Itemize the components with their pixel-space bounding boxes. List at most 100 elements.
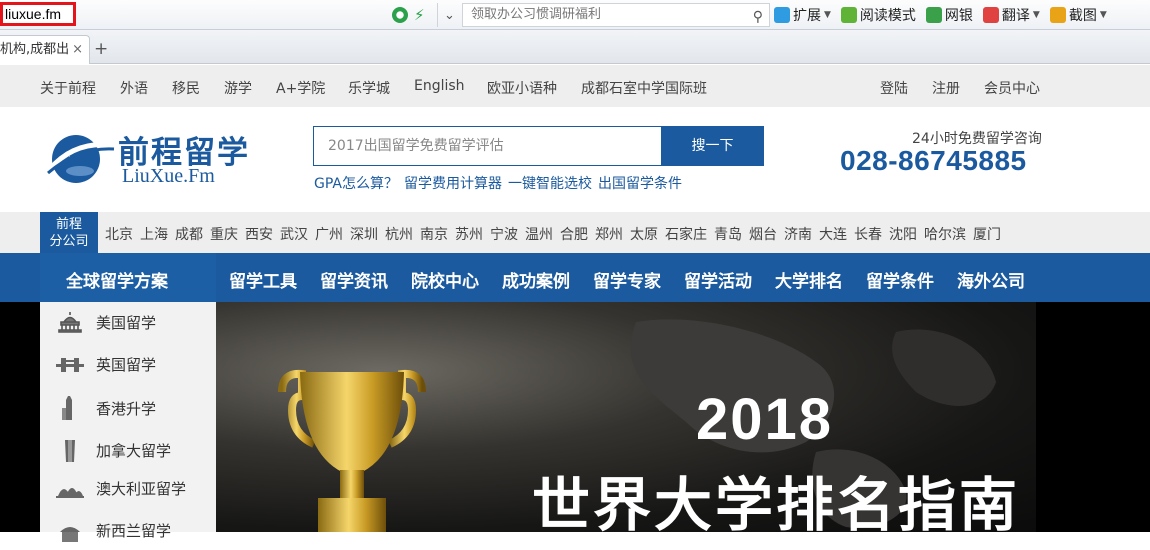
city-link[interactable]: 郑州 xyxy=(595,224,623,244)
nav-item-events[interactable]: 留学活动 xyxy=(684,267,752,292)
browser-tool-book[interactable]: 阅读模式 xyxy=(840,5,916,25)
city-link[interactable]: 西安 xyxy=(245,224,273,244)
member-center-link[interactable]: 会员中心 xyxy=(984,78,1040,98)
nav-item-conditions[interactable]: 留学条件 xyxy=(866,267,934,292)
city-link[interactable]: 烟台 xyxy=(749,224,777,244)
top-link-immigration[interactable]: 移民 xyxy=(172,78,200,98)
sidebar-item-hongkong[interactable]: 香港升学 xyxy=(40,388,216,428)
browser-tool-label: 截图 xyxy=(1068,8,1097,24)
city-link[interactable]: 太原 xyxy=(630,224,658,244)
top-link-language[interactable]: 外语 xyxy=(120,78,148,98)
caret-down-icon[interactable]: ▼ xyxy=(824,10,831,20)
browser-tools: 扩展 ▼ 阅读模式 网银 翻译 ▼ 截图 ▼ xyxy=(774,4,1107,26)
caret-down-icon[interactable]: ▼ xyxy=(1100,10,1107,20)
top-link-lexuecheng[interactable]: 乐学城 xyxy=(348,78,390,98)
tab-active[interactable]: 机构,成都出国 × xyxy=(0,35,90,64)
top-link-minor-languages[interactable]: 欧亚小语种 xyxy=(487,78,557,98)
sidebar-item-uk[interactable]: 英国留学 xyxy=(40,344,216,384)
scissors-icon xyxy=(1049,7,1066,23)
site-logo[interactable]: 前程留学 LiuXue.Fm xyxy=(44,127,254,191)
nav-item-cases[interactable]: 成功案例 xyxy=(502,267,570,292)
sidebar-item-label: 美国留学 xyxy=(96,314,157,332)
bank-icon xyxy=(925,7,942,23)
city-link[interactable]: 杭州 xyxy=(385,224,413,244)
city-link[interactable]: 重庆 xyxy=(210,224,238,244)
translate-icon xyxy=(982,7,999,23)
browser-tool-translate[interactable]: 翻译 ▼ xyxy=(982,5,1040,25)
register-link[interactable]: 注册 xyxy=(932,78,960,98)
address-dropdown-button[interactable]: ⌄ xyxy=(437,3,461,27)
browser-tool-bank[interactable]: 网银 xyxy=(925,5,973,25)
cn-tower-icon xyxy=(65,440,75,462)
global-plans-label: 全球留学方案 xyxy=(66,272,168,292)
site-header: 前程留学 LiuXue.Fm 2017出国留学免费留学评估 搜一下 GPA怎么算… xyxy=(0,107,1150,212)
hero-banner[interactable]: 2018 世界大学排名指南 xyxy=(216,302,1036,532)
quick-link-cost-calculator[interactable]: 留学费用计算器 xyxy=(404,173,502,193)
city-link[interactable]: 温州 xyxy=(525,224,553,244)
nav-item-news[interactable]: 留学资讯 xyxy=(320,267,388,292)
sidebar-item-usa[interactable]: 美国留学 xyxy=(40,302,216,342)
city-link[interactable]: 青岛 xyxy=(714,224,742,244)
browser-tool-scissors[interactable]: 截图 ▼ xyxy=(1049,5,1107,25)
caret-down-icon[interactable]: ▼ xyxy=(1033,10,1040,20)
city-link[interactable]: 长春 xyxy=(854,224,882,244)
nav-item-schools[interactable]: 院校中心 xyxy=(411,267,479,292)
browser-search-placeholder: 领取办公习惯调研福利 xyxy=(471,7,602,22)
city-link[interactable]: 上海 xyxy=(140,224,168,244)
nav-item-overseas[interactable]: 海外公司 xyxy=(957,267,1025,292)
branch-cities-bar: 前程 分公司 北京 上海 成都 重庆 西安 武汉 广州 深圳 杭州 南京 苏州 宁波 温州 合肥 郑州 太原石… xyxy=(0,212,1150,253)
close-icon[interactable]: × xyxy=(72,36,83,63)
city-link[interactable]: 南京 xyxy=(420,224,448,244)
address-bar[interactable]: liuxue.fm xyxy=(0,2,76,26)
nav-item-tools[interactable]: 留学工具 xyxy=(229,267,297,292)
city-link[interactable]: 济南 xyxy=(784,224,812,244)
site-search-input[interactable]: 2017出国留学免费留学评估 xyxy=(313,126,662,166)
city-link[interactable]: 石家庄 xyxy=(665,224,707,244)
top-link-aplus-college[interactable]: A+学院 xyxy=(276,78,325,98)
city-link[interactable]: 成都 xyxy=(175,224,203,244)
city-link[interactable]: 厦门 xyxy=(973,224,1001,244)
top-link-shishi-intl[interactable]: 成都石室中学国际班 xyxy=(581,78,707,98)
branch-badge-line2: 分公司 xyxy=(49,234,89,249)
nav-item-rankings[interactable]: 大学排名 xyxy=(775,267,843,292)
city-link[interactable]: 沈阳 xyxy=(889,224,917,244)
sidebar-item-canada[interactable]: 加拿大留学 xyxy=(40,430,216,470)
quick-link-school-selection[interactable]: 一键智能选校 xyxy=(508,173,592,193)
skyscraper-icon xyxy=(62,396,72,420)
login-link[interactable]: 登陆 xyxy=(880,78,908,98)
country-sidebar: 美国留学 英国留学 香港升学 加拿大留学 澳大利亚留学 新西兰留学 xyxy=(40,302,216,542)
browser-tool-puzzle[interactable]: 扩展 ▼ xyxy=(774,5,831,25)
top-link-english[interactable]: English xyxy=(414,78,465,94)
city-link[interactable]: 北京 xyxy=(105,224,133,244)
quick-link-gpa[interactable]: GPA怎么算？ xyxy=(314,173,398,193)
top-links-bar: 关于前程 外语 移民 游学 A+学院 乐学城 English 欧亚小语种 成都石… xyxy=(0,65,1150,107)
sidebar-item-newzealand[interactable]: 新西兰留学 xyxy=(40,510,216,550)
hotline-number[interactable]: 028-86745885 xyxy=(840,145,1027,177)
city-link[interactable]: 深圳 xyxy=(350,224,378,244)
city-list: 北京 上海 成都 重庆 西安 武汉 广州 深圳 杭州 南京 苏州 宁波 温州 合肥 郑州 太原 石家庄 青岛 烟台济… xyxy=(105,224,1001,244)
city-link[interactable]: 哈尔滨 xyxy=(924,224,966,244)
city-link[interactable]: 广州 xyxy=(315,224,343,244)
tab-title: 机构,成都出国 xyxy=(0,42,68,57)
browser-tool-label: 阅读模式 xyxy=(859,8,916,24)
city-link[interactable]: 武汉 xyxy=(280,224,308,244)
city-link[interactable]: 宁波 xyxy=(490,224,518,244)
browser-search-input[interactable]: 领取办公习惯调研福利 ⚲ xyxy=(462,3,770,27)
sidebar-item-australia[interactable]: 澳大利亚留学 xyxy=(40,468,216,508)
sidebar-item-label: 新西兰留学 xyxy=(96,522,172,540)
city-link[interactable]: 苏州 xyxy=(455,224,483,244)
global-plans-menu[interactable]: 全球留学方案 xyxy=(40,253,216,302)
sidebar-item-label: 香港升学 xyxy=(96,400,157,418)
nav-item-experts[interactable]: 留学专家 xyxy=(593,267,661,292)
new-tab-button[interactable]: + xyxy=(94,39,108,59)
security-shield-icon[interactable] xyxy=(392,7,408,23)
lightning-icon[interactable]: ⚡ xyxy=(414,6,425,24)
search-button[interactable]: 搜一下 xyxy=(661,126,764,166)
browser-tool-label: 网银 xyxy=(944,8,973,24)
city-link[interactable]: 大连 xyxy=(819,224,847,244)
top-link-about[interactable]: 关于前程 xyxy=(40,78,96,98)
quick-link-conditions[interactable]: 出国留学条件 xyxy=(598,173,682,193)
city-link[interactable]: 合肥 xyxy=(560,224,588,244)
search-icon[interactable]: ⚲ xyxy=(753,6,763,28)
top-link-study-tour[interactable]: 游学 xyxy=(224,78,252,98)
